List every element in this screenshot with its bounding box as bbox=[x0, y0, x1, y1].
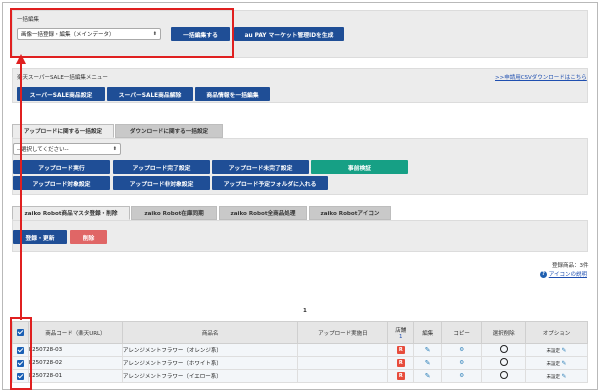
pre-validation-button[interactable]: 事前検証 bbox=[311, 160, 408, 174]
header-select: 選択削除 bbox=[481, 321, 527, 344]
annotation-box-checkboxes bbox=[10, 317, 32, 390]
super-sale-set-button[interactable]: スーパーSALE商品設定 bbox=[17, 87, 105, 101]
annotation-box-bulk-edit bbox=[10, 8, 234, 58]
row-shop: R bbox=[387, 343, 415, 357]
row-name: アレンジメントフラワー（ホワイト系） bbox=[121, 356, 299, 370]
table-header-row: 商品コード（楽天URL） 商品名 アップロード実施日 店舗 1 編集 コピー 選択… bbox=[12, 321, 588, 344]
header-shop: 店舗 1 bbox=[387, 321, 415, 344]
upload-nontarget-button[interactable]: アップロード非対象設定 bbox=[113, 176, 210, 190]
header-edit: 編集 bbox=[413, 321, 443, 344]
rakuten-shop-icon: R bbox=[396, 346, 405, 354]
tab-zaiko-all[interactable]: zaiko Robot全商品処理 bbox=[219, 206, 307, 220]
pencil-icon[interactable]: ✎ bbox=[561, 347, 566, 354]
table-row: k250728-02 アレンジメントフラワー（ホワイト系） R ✎ ⚙ 未設定 … bbox=[12, 356, 588, 370]
row-option[interactable]: 未設定 ✎ bbox=[525, 356, 588, 370]
pencil-icon[interactable]: ✎ bbox=[561, 373, 566, 380]
product-table: 商品コード（楽天URL） 商品名 アップロード実施日 店舗 1 編集 コピー 選択… bbox=[12, 321, 588, 383]
row-option[interactable]: 未設定 ✎ bbox=[525, 343, 588, 357]
chevron-updown-icon: ⬍ bbox=[112, 146, 117, 152]
row-edit[interactable]: ✎ bbox=[413, 343, 443, 357]
au-pay-id-button[interactable]: au PAY マーケット管理IDを生成 bbox=[234, 27, 344, 41]
row-name: アレンジメントフラワー（オレンジ系） bbox=[121, 343, 299, 357]
header-shop-count[interactable]: 1 bbox=[399, 334, 403, 340]
row-shop: R bbox=[387, 356, 415, 370]
bulk-info-edit-button[interactable]: 商品情報を一括編集 bbox=[195, 87, 270, 101]
row-shop: R bbox=[387, 369, 415, 383]
header-name: 商品名 bbox=[121, 321, 299, 344]
rakuten-shop-icon: R bbox=[396, 372, 405, 380]
row-status: 未設定 bbox=[546, 361, 561, 367]
rakuten-title: 楽天スーパーSALE一括編集メニュー bbox=[17, 75, 108, 81]
rakuten-shop-icon: R bbox=[396, 359, 405, 367]
tab-zaiko-master[interactable]: zaiko Robot商品マスタ登録・削除 bbox=[12, 206, 130, 220]
header-upload-date: アップロード実施日 bbox=[297, 321, 389, 344]
pencil-icon[interactable]: ✎ bbox=[425, 359, 431, 367]
tab-download-settings[interactable]: ダウンロードに関する一括設定 bbox=[115, 124, 223, 138]
copy-icon[interactable]: ⚙ bbox=[459, 347, 464, 353]
table-row: k250728-03 アレンジメントフラワー（オレンジ系） R ✎ ⚙ 未設定 … bbox=[12, 343, 588, 357]
header-code: 商品コード（楽天URL） bbox=[27, 321, 123, 344]
upload-folder-button[interactable]: アップロード予定フォルダに入れる bbox=[212, 176, 328, 190]
row-code[interactable]: k250728-01 bbox=[27, 369, 123, 383]
annotation-arrow-icon bbox=[16, 54, 26, 320]
tab-zaiko-stock[interactable]: zaiko Robot在庫同期 bbox=[131, 206, 217, 220]
pagination-page[interactable]: 1 bbox=[303, 308, 307, 314]
tab-zaiko-icon[interactable]: zaiko Robotアイコン bbox=[309, 206, 391, 220]
upload-incomplete-button[interactable]: アップロード未完了設定 bbox=[212, 160, 309, 174]
super-sale-unset-button[interactable]: スーパーSALE商品解除 bbox=[107, 87, 193, 101]
row-copy[interactable]: ⚙ bbox=[441, 356, 483, 370]
radio-icon[interactable] bbox=[499, 345, 508, 353]
csv-download-link[interactable]: >>申請用CSVダウンロードはこちら bbox=[495, 73, 587, 81]
upload-select[interactable]: --選択してください-- ⬍ bbox=[13, 143, 121, 155]
radio-icon[interactable] bbox=[499, 371, 508, 379]
row-edit[interactable]: ✎ bbox=[413, 356, 443, 370]
row-upload-date bbox=[297, 343, 389, 357]
row-status: 未設定 bbox=[546, 348, 561, 354]
row-copy[interactable]: ⚙ bbox=[441, 369, 483, 383]
row-upload-date bbox=[297, 369, 389, 383]
upload-complete-button[interactable]: アップロード完了設定 bbox=[113, 160, 210, 174]
copy-icon[interactable]: ⚙ bbox=[459, 373, 464, 379]
row-select[interactable] bbox=[481, 343, 527, 357]
row-select[interactable] bbox=[481, 356, 527, 370]
pencil-icon[interactable]: ✎ bbox=[425, 346, 431, 354]
row-select[interactable] bbox=[481, 369, 527, 383]
delete-button[interactable]: 削除 bbox=[70, 230, 107, 244]
header-option: オプション bbox=[525, 321, 588, 344]
row-edit[interactable]: ✎ bbox=[413, 369, 443, 383]
row-copy[interactable]: ⚙ bbox=[441, 343, 483, 357]
table-row: k250728-01 アレンジメントフラワー（イエロー系） R ✎ ⚙ 未設定 … bbox=[12, 369, 588, 383]
pencil-icon[interactable]: ✎ bbox=[425, 372, 431, 380]
icon-help[interactable]: ? アイコンの説明 bbox=[540, 270, 587, 278]
question-icon: ? bbox=[540, 271, 547, 278]
pencil-icon[interactable]: ✎ bbox=[561, 360, 566, 367]
row-status: 未設定 bbox=[546, 374, 561, 380]
row-name: アレンジメントフラワー（イエロー系） bbox=[121, 369, 299, 383]
copy-icon[interactable]: ⚙ bbox=[459, 360, 464, 366]
registered-count: 登録商品：3件 bbox=[552, 263, 589, 269]
radio-icon[interactable] bbox=[499, 358, 508, 366]
row-code[interactable]: k250728-03 bbox=[27, 343, 123, 357]
row-code[interactable]: k250728-02 bbox=[27, 356, 123, 370]
icon-help-link[interactable]: アイコンの説明 bbox=[549, 272, 587, 278]
row-upload-date bbox=[297, 356, 389, 370]
row-option[interactable]: 未設定 ✎ bbox=[525, 369, 588, 383]
header-copy: コピー bbox=[441, 321, 483, 344]
